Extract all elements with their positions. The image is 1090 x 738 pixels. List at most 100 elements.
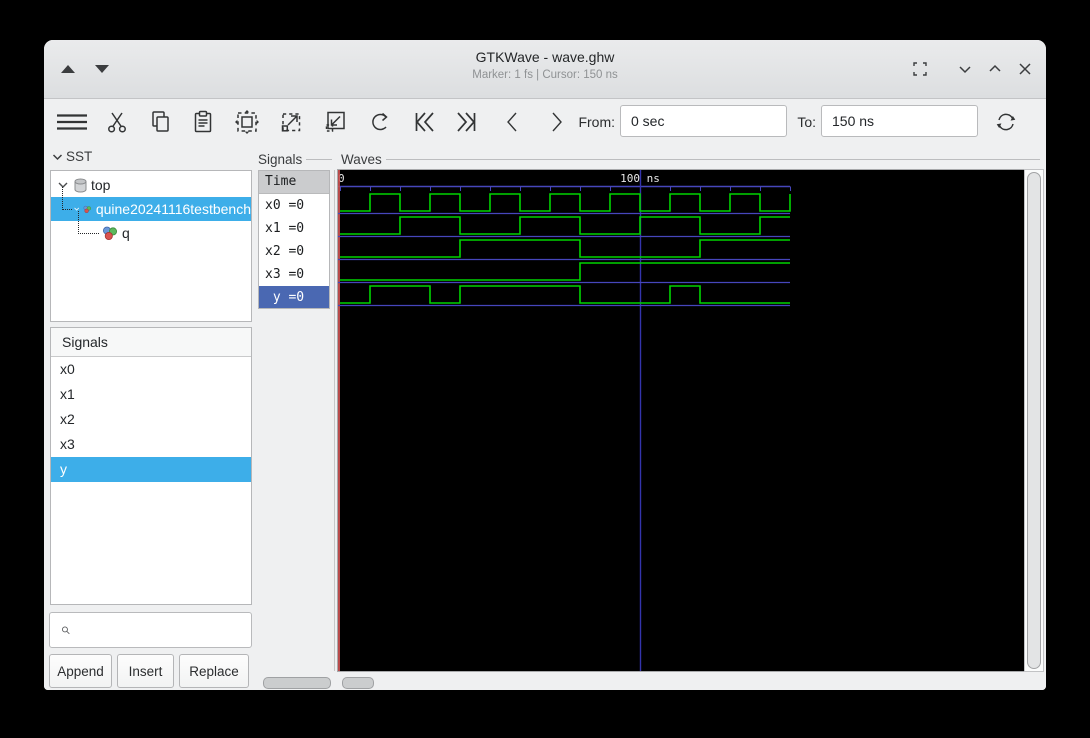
close-button[interactable]	[1012, 56, 1038, 82]
signals-column-header: Signals	[258, 152, 332, 167]
to-label: To:	[797, 114, 816, 130]
archive-icon	[74, 178, 87, 192]
signal-list-item[interactable]: x1	[51, 382, 251, 407]
fetch-to-end-button[interactable]	[451, 106, 483, 138]
signal-value-row[interactable]: x1 =0	[259, 217, 329, 240]
signals-horizontal-scrollbar[interactable]	[263, 677, 331, 689]
signal-name: x0	[60, 361, 75, 377]
signal-value-label: y =0	[265, 290, 305, 305]
zoom-out-icon	[325, 111, 345, 132]
tree-item-label: q	[122, 225, 130, 241]
close-icon	[1019, 63, 1031, 75]
signal-value-label: x2 =0	[265, 244, 305, 259]
frame-rule	[306, 159, 332, 160]
signal-search-box[interactable]	[49, 612, 252, 648]
next-edge-button[interactable]	[540, 106, 572, 138]
waves-horizontal-scrollbar[interactable]	[342, 677, 374, 689]
signal-value-label: x3 =0	[265, 267, 305, 282]
copy-icon	[152, 111, 169, 132]
copy-button[interactable]	[144, 106, 176, 138]
tree-guide-line	[78, 211, 99, 234]
maximize-button[interactable]	[982, 56, 1008, 82]
main-area: SST top quine20241116testbench q Signals…	[44, 146, 1046, 690]
fetch-to-start-button[interactable]	[408, 106, 440, 138]
signal-name: y	[60, 461, 67, 477]
waveform-canvas[interactable]: 0 100 ns	[337, 169, 1025, 672]
tree-item-label: top	[91, 177, 111, 193]
signals-list-panel: Signals x0 x1 x2 x3 y	[50, 327, 252, 605]
marker-cursor-status: Marker: 1 fs | Cursor: 150 ns	[472, 69, 618, 81]
tree-item-top[interactable]: top	[51, 173, 251, 197]
search-input[interactable]	[71, 612, 251, 648]
desktop-background: GTKWave - wave.ghw Marker: 1 fs | Cursor…	[0, 0, 1090, 738]
toolbar: From: To:	[44, 98, 1046, 147]
paste-icon	[194, 110, 212, 133]
insert-button[interactable]: Insert	[117, 654, 174, 688]
to-input[interactable]	[821, 105, 978, 137]
from-label: From:	[578, 114, 615, 130]
search-icon	[61, 626, 70, 635]
waves-vertical-scrollbar[interactable]	[1024, 169, 1044, 672]
signal-value-rows: x0 =0 x1 =0 x2 =0 x3 =0 y =0	[259, 194, 329, 308]
zoom-out-button[interactable]	[319, 106, 351, 138]
sst-label: SST	[66, 149, 93, 164]
signal-name: x2	[60, 411, 75, 427]
waveform-plot: 0 100 ns	[338, 170, 791, 671]
chevron-right-icon	[552, 112, 562, 132]
signal-list-item[interactable]: x2	[51, 407, 251, 432]
signal-list-item[interactable]: y	[51, 457, 251, 482]
signals-list-header[interactable]: Signals	[51, 328, 251, 357]
zoom-fit-icon	[235, 110, 259, 134]
window-title: GTKWave - wave.ghw	[475, 49, 615, 65]
sst-header[interactable]: SST	[52, 149, 112, 164]
paste-button[interactable]	[187, 106, 219, 138]
gtkwave-window: GTKWave - wave.ghw Marker: 1 fs | Cursor…	[44, 40, 1046, 690]
collapse-chevron-icon	[52, 153, 63, 160]
reload-icon	[996, 113, 1016, 131]
chevron-left-icon	[507, 112, 517, 132]
append-button[interactable]: Append	[49, 654, 112, 688]
cut-button[interactable]	[101, 106, 133, 138]
fullscreen-icon	[913, 62, 927, 76]
waves-column-header: Waves	[341, 152, 1040, 167]
zoom-in-button[interactable]	[275, 106, 307, 138]
signal-value-row[interactable]: x2 =0	[259, 240, 329, 263]
waves-frame-label: Waves	[341, 152, 382, 167]
chevron-down-icon	[959, 66, 971, 74]
chevron-up-icon	[989, 64, 1001, 72]
signal-value-label: x0 =0	[265, 198, 305, 213]
undo-icon	[372, 112, 388, 131]
signal-list-item[interactable]: x3	[51, 432, 251, 457]
from-input[interactable]	[620, 105, 787, 137]
signal-value-label: x1 =0	[265, 221, 305, 236]
to-start-icon	[415, 112, 434, 132]
titlebar[interactable]: GTKWave - wave.ghw Marker: 1 fs | Cursor…	[44, 40, 1046, 99]
scrollbar-thumb[interactable]	[1027, 172, 1041, 669]
zoom-fit-button[interactable]	[231, 106, 263, 138]
replace-button[interactable]: Replace	[179, 654, 249, 688]
signal-list-item[interactable]: x0	[51, 357, 251, 382]
signal-value-row[interactable]: y =0	[259, 286, 329, 308]
tree-guide-line	[62, 187, 72, 210]
frame-rule	[385, 159, 1040, 160]
menu-icon	[57, 114, 87, 130]
time-header[interactable]: Time	[259, 171, 329, 194]
signals-frame-label: Signals	[258, 152, 303, 167]
to-end-icon	[457, 112, 476, 132]
previous-edge-button[interactable]	[497, 106, 529, 138]
signal-name: x1	[60, 386, 75, 402]
module-icon	[103, 226, 117, 240]
tree-item-label: quine20241116testbench	[95, 201, 251, 217]
menu-button[interactable]	[56, 106, 88, 138]
minimize-button[interactable]	[952, 56, 978, 82]
fullscreen-button[interactable]	[907, 56, 933, 82]
pane-splitter[interactable]	[334, 170, 335, 671]
undo-button[interactable]	[363, 106, 395, 138]
signal-names-panel: Time x0 =0 x1 =0 x2 =0 x3 =0 y =0	[258, 170, 330, 309]
signals-list: x0 x1 x2 x3 y	[51, 357, 251, 482]
signal-value-row[interactable]: x3 =0	[259, 263, 329, 286]
reload-button[interactable]	[990, 106, 1022, 138]
zoom-in-icon	[281, 113, 301, 132]
signal-name: x3	[60, 436, 75, 452]
signal-value-row[interactable]: x0 =0	[259, 194, 329, 217]
